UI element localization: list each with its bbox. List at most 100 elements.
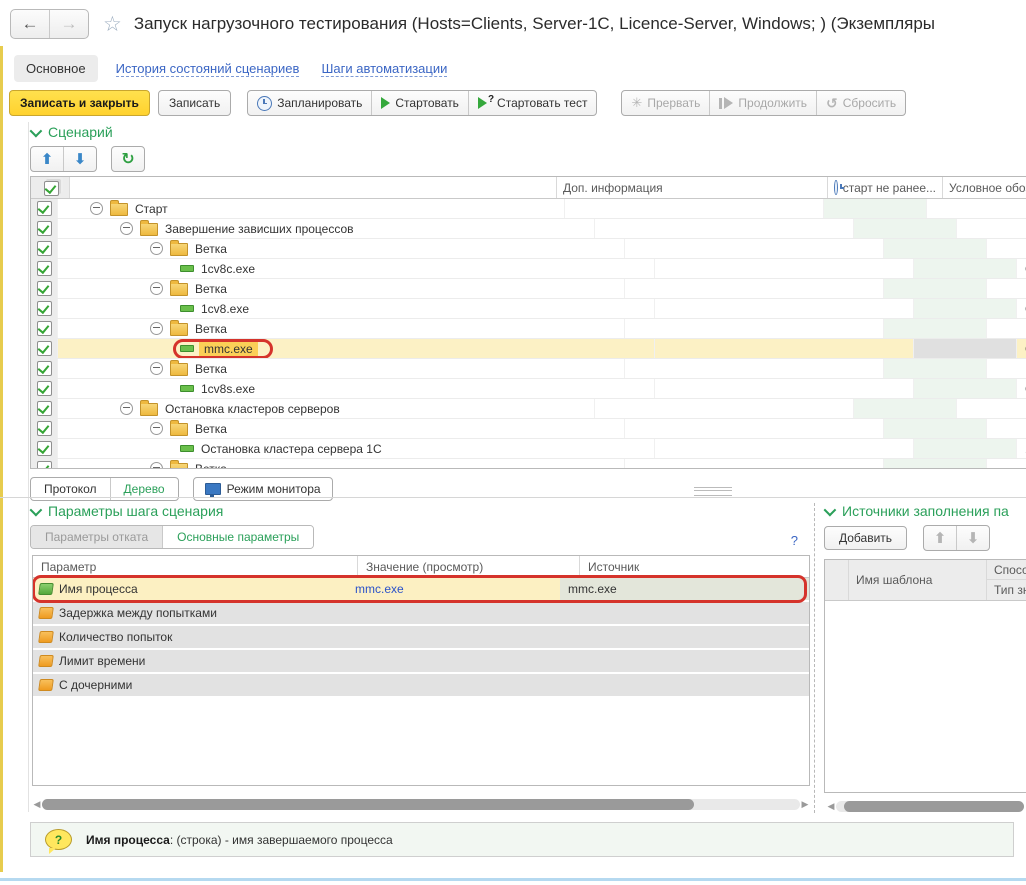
parameters-horizontal-scrollbar[interactable]: ◀ ▶: [32, 798, 810, 811]
tree-item-label: Ветка: [195, 282, 227, 296]
move-up-button[interactable]: ⬆: [31, 147, 63, 171]
unit-cell: [987, 239, 1026, 258]
collapse-toggle-icon[interactable]: [150, 422, 163, 435]
checkbox[interactable]: [37, 241, 52, 256]
scrollbar-thumb[interactable]: [844, 801, 1024, 812]
collapse-toggle-icon[interactable]: [150, 282, 163, 295]
fill-sources-section-header[interactable]: Источники заполнения па: [824, 503, 1026, 519]
checkbox[interactable]: [37, 321, 52, 336]
info-cell: [655, 379, 914, 398]
tree-item-label: Остановка кластеров серверов: [165, 402, 340, 416]
tree-row[interactable]: mmc.exeClient: [31, 339, 1026, 359]
tree-column-header[interactable]: [70, 177, 557, 198]
tree-row[interactable]: Ветка: [31, 239, 1026, 259]
template-name-column-header[interactable]: Имя шаблона: [849, 560, 987, 600]
tab-main[interactable]: Основное: [14, 55, 98, 82]
start-column-header[interactable]: старт не ранее...: [828, 177, 943, 198]
collapse-toggle-icon[interactable]: [150, 242, 163, 255]
scroll-left-arrow[interactable]: ◀: [826, 800, 836, 813]
tab-main-parameters[interactable]: Основные параметры: [162, 526, 313, 548]
scenario-section-header[interactable]: Сценарий: [30, 124, 113, 140]
horizontal-splitter[interactable]: [0, 497, 1026, 498]
parameter-row[interactable]: С дочерними: [33, 674, 809, 696]
checkbox[interactable]: [37, 361, 52, 376]
parameter-value-cell: [347, 650, 560, 672]
checkbox[interactable]: [37, 401, 52, 416]
value-type-column-header[interactable]: Тип знач: [987, 580, 1026, 600]
start-test-button[interactable]: ? Стартовать тест: [469, 91, 597, 115]
fill-method-column-header[interactable]: Способ з: [987, 560, 1026, 580]
vertical-splitter[interactable]: [814, 503, 816, 813]
tree-row[interactable]: Ветка: [31, 319, 1026, 339]
interrupt-button[interactable]: ✳ Прервать: [622, 91, 710, 115]
checkbox[interactable]: [37, 341, 52, 356]
parameter-row[interactable]: Задержка между попытками: [33, 602, 809, 624]
save-and-close-button[interactable]: Записать и закрыть: [9, 90, 150, 116]
collapse-toggle-icon[interactable]: [150, 462, 163, 469]
scroll-left-arrow[interactable]: ◀: [32, 798, 42, 811]
start-button[interactable]: Стартовать: [372, 91, 469, 115]
scroll-right-arrow[interactable]: ▶: [800, 798, 810, 811]
scrollbar-track[interactable]: [836, 801, 1024, 812]
refresh-button[interactable]: ↻: [111, 146, 145, 172]
scrollbar-thumb[interactable]: [42, 799, 694, 810]
splitter-grip[interactable]: [694, 487, 732, 496]
save-button[interactable]: Записать: [158, 90, 231, 116]
checkbox[interactable]: [37, 461, 52, 469]
move-down-button[interactable]: ⬇: [63, 147, 96, 171]
move-up-button[interactable]: ⬆: [924, 526, 956, 550]
tab-rollback-parameters[interactable]: Параметры отката: [31, 526, 162, 548]
resume-button[interactable]: Продолжить: [710, 91, 817, 115]
param-column-header[interactable]: Параметр: [33, 556, 358, 577]
command-toolbar: Записать и закрыть Записать Запланироват…: [0, 88, 1026, 118]
tree-row[interactable]: Ветка: [31, 419, 1026, 439]
move-down-button[interactable]: ⬇: [956, 526, 989, 550]
unit-column-header[interactable]: Условное обозначение ед: [943, 177, 1026, 198]
tree-row[interactable]: Ветка: [31, 459, 1026, 469]
fill-sources-horizontal-scrollbar[interactable]: ◀: [826, 800, 1024, 813]
schedule-button[interactable]: Запланировать: [248, 91, 372, 115]
collapse-toggle-icon[interactable]: [120, 222, 133, 235]
tree-row[interactable]: Старт: [31, 199, 1026, 219]
help-link[interactable]: ?: [791, 533, 798, 548]
step-parameters-section-header[interactable]: Параметры шага сценария: [30, 503, 812, 519]
checkbox[interactable]: [37, 261, 52, 276]
forward-button[interactable]: →: [50, 10, 88, 38]
checkbox[interactable]: [37, 301, 52, 316]
add-button[interactable]: Добавить: [824, 526, 907, 550]
checkbox[interactable]: [37, 421, 52, 436]
parameter-row[interactable]: Имя процессаmmc.exemmc.exe: [33, 578, 809, 600]
collapse-toggle-icon[interactable]: [150, 362, 163, 375]
back-button[interactable]: ←: [11, 10, 50, 38]
tree-toolbar: ⬆ ⬇ ↻: [30, 146, 145, 172]
tab-automation-steps[interactable]: Шаги автоматизации: [317, 55, 451, 82]
collapse-toggle-icon[interactable]: [90, 202, 103, 215]
collapse-toggle-icon[interactable]: [120, 402, 133, 415]
reset-button[interactable]: ↺ Сбросить: [817, 91, 905, 115]
scrollbar-track[interactable]: [42, 799, 800, 810]
checkbox[interactable]: [37, 221, 52, 236]
tree-row[interactable]: Остановка кластера сервера 1С1C server: [31, 439, 1026, 459]
tree-row[interactable]: 1cv8c.exeClient: [31, 259, 1026, 279]
collapse-toggle-icon[interactable]: [150, 322, 163, 335]
tree-row[interactable]: Завершение зависших процессов: [31, 219, 1026, 239]
check-all-header[interactable]: [31, 177, 70, 198]
tree-row[interactable]: 1cv8.exeClient: [31, 299, 1026, 319]
unit-cell: [957, 399, 1026, 418]
info-column-header[interactable]: Доп. информация: [557, 177, 828, 198]
parameter-row[interactable]: Лимит времени: [33, 650, 809, 672]
parameter-row[interactable]: Количество попыток: [33, 626, 809, 648]
checkbox[interactable]: [37, 281, 52, 296]
checkbox[interactable]: [37, 201, 52, 216]
tree-row[interactable]: Ветка: [31, 359, 1026, 379]
source-column-header[interactable]: Источник: [580, 556, 809, 577]
favorite-star-icon[interactable]: ☆: [103, 12, 122, 37]
checkbox[interactable]: [37, 381, 52, 396]
checkbox[interactable]: [37, 441, 52, 456]
tree-row[interactable]: Ветка: [31, 279, 1026, 299]
tree-row[interactable]: Остановка кластеров серверов: [31, 399, 1026, 419]
tab-scenario-history[interactable]: История состояний сценариев: [112, 55, 304, 82]
tree-row[interactable]: 1cv8s.exeClient: [31, 379, 1026, 399]
tree-cell: 1cv8s.exe: [58, 379, 655, 398]
value-column-header[interactable]: Значение (просмотр): [358, 556, 580, 577]
